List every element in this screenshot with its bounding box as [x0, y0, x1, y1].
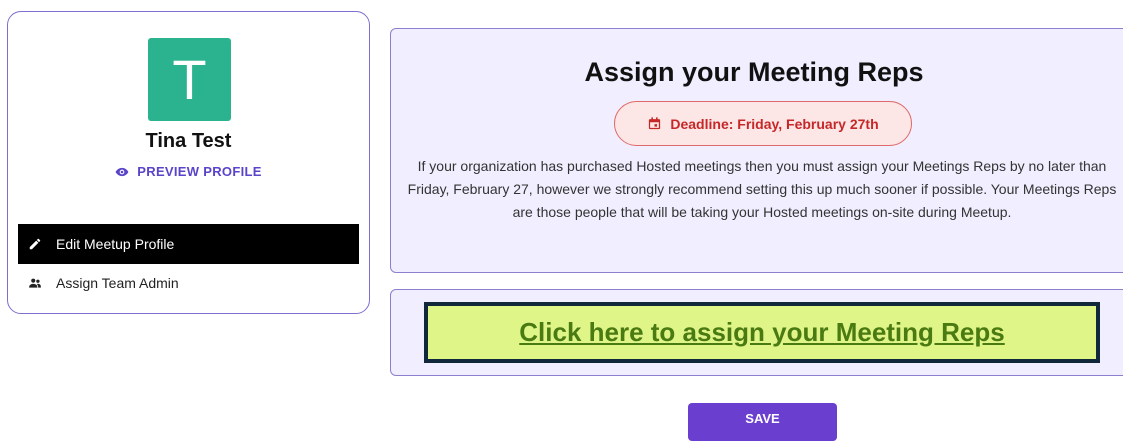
profile-name: Tina Test [145, 130, 232, 152]
menu-item-label: Edit Meetup Profile [56, 236, 175, 252]
profile-card: T Tina Test PREVIEW PROFILE Edit Meetup … [7, 11, 370, 314]
assign-reps-title: Assign your Meeting Reps [584, 57, 924, 87]
preview-profile-label: PREVIEW PROFILE [137, 164, 262, 179]
menu-item-edit-meetup-profile[interactable]: Edit Meetup Profile [18, 224, 359, 264]
menu-item-label: Assign Team Admin [56, 275, 179, 291]
assign-reps-description: If your organization has purchased Hoste… [407, 158, 1117, 220]
deadline-badge: Deadline: Friday, February 27th [614, 101, 912, 146]
menu-item-assign-team-admin[interactable]: Assign Team Admin [18, 263, 359, 303]
avatar: T [148, 38, 231, 121]
assign-reps-panel: Assign your Meeting Reps Deadline: Frida… [390, 28, 1123, 273]
assign-link-panel: Click here to assign your Meeting Reps [390, 289, 1123, 376]
preview-profile-link[interactable]: PREVIEW PROFILE [8, 164, 369, 179]
calendar-icon [649, 117, 661, 130]
deadline-text: Deadline: Friday, February 27th [670, 115, 879, 132]
avatar-letter: T [172, 48, 207, 111]
assign-meeting-reps-link[interactable]: Click here to assign your Meeting Reps [424, 302, 1100, 363]
people-icon [29, 278, 41, 288]
eye-icon [115, 167, 129, 176]
pencil-icon [29, 238, 41, 250]
save-button[interactable]: SAVE [688, 403, 837, 441]
